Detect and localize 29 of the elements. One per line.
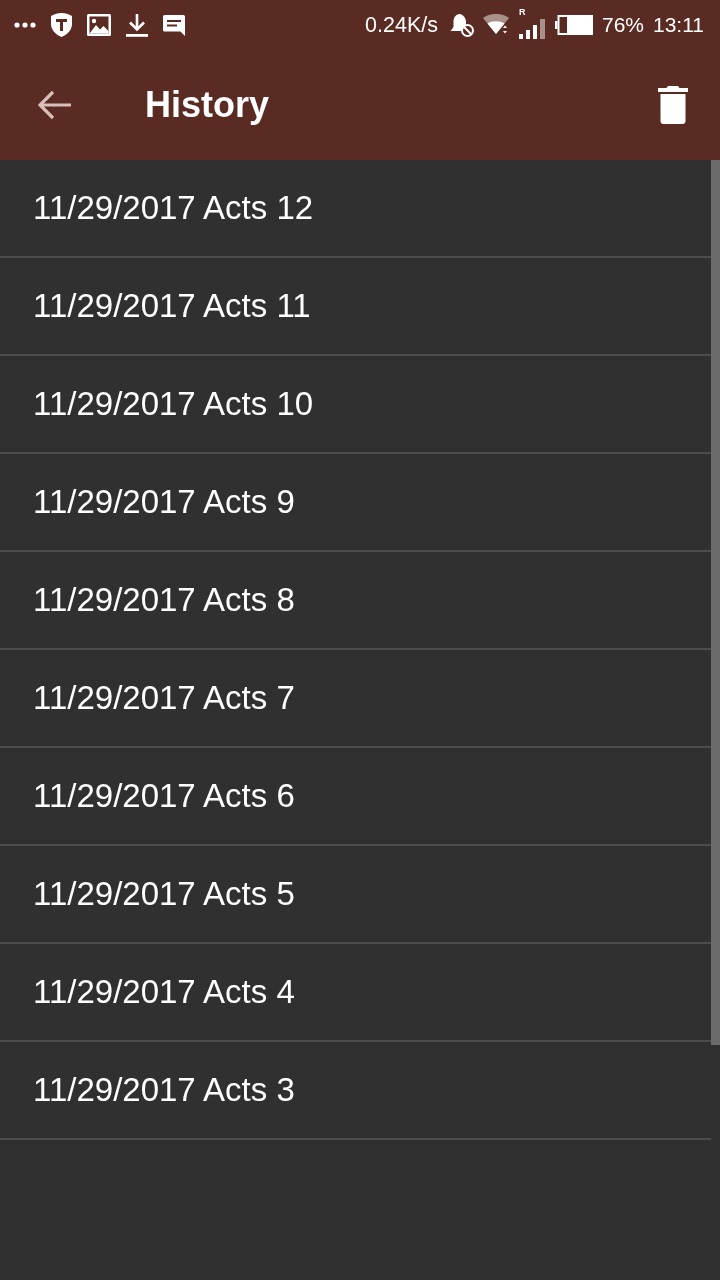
back-button[interactable] — [38, 90, 72, 120]
history-entry: 11/29/2017 Acts 4 — [33, 972, 295, 1012]
history-row[interactable]: 11/29/2017 Acts 3 — [0, 1042, 711, 1140]
history-entry: 11/29/2017 Acts 5 — [33, 874, 295, 914]
history-entry: 11/29/2017 Acts 6 — [33, 776, 295, 816]
history-entry: 11/29/2017 Acts 11 — [33, 286, 311, 326]
battery-icon — [554, 15, 593, 35]
scrollbar-thumb[interactable] — [711, 160, 720, 1045]
back-arrow-icon — [38, 90, 72, 120]
shield-icon — [51, 13, 72, 37]
bell-muted-icon — [449, 13, 474, 37]
page-title: History — [145, 84, 271, 126]
roaming-indicator: R — [518, 7, 526, 17]
history-entry: 11/29/2017 Acts 8 — [33, 580, 295, 620]
more-dots-icon — [14, 22, 36, 28]
history-entry: 11/29/2017 Acts 10 — [33, 384, 314, 424]
history-entry: 11/29/2017 Acts 7 — [33, 678, 295, 718]
network-speed: 0.24K/s — [365, 13, 438, 37]
clock-time: 13:11 — [653, 13, 704, 37]
image-icon — [87, 14, 111, 36]
message-icon — [163, 14, 185, 36]
history-entry: 11/29/2017 Acts 3 — [33, 1070, 295, 1110]
history-entry: 11/29/2017 Acts 12 — [33, 188, 314, 228]
delete-button[interactable] — [658, 86, 688, 124]
history-entry: 11/29/2017 Acts 9 — [33, 482, 295, 522]
trash-icon — [658, 86, 688, 124]
wifi-icon — [482, 14, 509, 36]
download-icon — [126, 13, 148, 37]
battery-percent: 76% — [601, 13, 644, 37]
